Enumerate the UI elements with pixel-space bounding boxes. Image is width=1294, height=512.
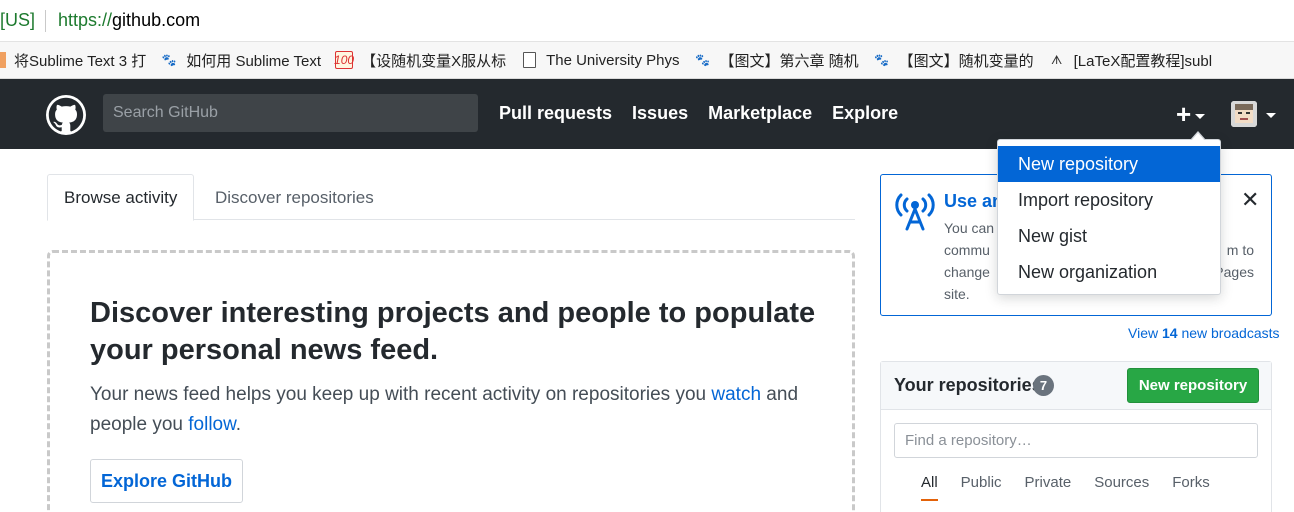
bookmark-item[interactable]: 将Sublime Text 3 打 xyxy=(0,50,146,71)
menu-item-new-repository[interactable]: New repository xyxy=(998,146,1220,182)
bookmark-item[interactable]: 100 【设随机变量X服从标 xyxy=(334,50,507,71)
baidu-paw-icon: 🐾 xyxy=(694,53,710,67)
repositories-panel: Your repositories 7 New repository All P… xyxy=(880,361,1272,512)
broadcast-title[interactable]: Use an xyxy=(944,191,1003,212)
page-icon xyxy=(0,52,6,68)
bookmark-label: The University Phys xyxy=(546,51,680,69)
baidu-paw-icon: 🐾 xyxy=(874,53,890,67)
menu-item-new-organization[interactable]: New organization xyxy=(998,254,1220,290)
tab-browse-activity[interactable]: Browse activity xyxy=(47,174,195,221)
nav-explore[interactable]: Explore xyxy=(832,103,898,124)
nav-pull-requests[interactable]: Pull requests xyxy=(499,103,612,124)
bookmark-label: 将Sublime Text 3 打 xyxy=(14,52,147,70)
search-github-input[interactable] xyxy=(103,94,478,132)
fox-icon: ᗑ xyxy=(1050,52,1063,67)
address-divider xyxy=(45,9,47,32)
plus-icon: + xyxy=(1176,99,1192,129)
filter-all[interactable]: All xyxy=(921,474,938,501)
broadcast-icon xyxy=(895,193,935,231)
bookmark-item[interactable]: 🐾 【图文】第六章 随机 xyxy=(693,50,859,71)
explore-github-button[interactable]: Explore GitHub xyxy=(90,459,243,503)
ev-certificate-label[interactable]: [US] xyxy=(0,10,35,31)
new-repository-button[interactable]: New repository xyxy=(1127,368,1259,403)
nav-marketplace[interactable]: Marketplace xyxy=(708,103,812,124)
bookmark-label: [LaTeX配置教程]subl xyxy=(1073,52,1213,70)
address-bar[interactable]: [US] https:// github.com xyxy=(0,0,1294,42)
url-host[interactable]: github.com xyxy=(112,10,200,31)
filter-private[interactable]: Private xyxy=(1025,474,1072,501)
baidu-paw-icon: 🐾 xyxy=(161,53,177,67)
close-icon[interactable]: ✕ xyxy=(1241,187,1259,213)
discover-panel: Discover interesting projects and people… xyxy=(47,250,855,512)
bookmarks-bar: 将Sublime Text 3 打 🐾 如何用 Sublime Text 100… xyxy=(0,42,1294,79)
avatar-chevron-down-icon[interactable] xyxy=(1266,113,1276,118)
bookmark-label: 【图文】随机变量的 xyxy=(898,52,1034,70)
bookmark-item[interactable]: 🐾 如何用 Sublime Text xyxy=(160,50,321,71)
filter-forks[interactable]: Forks xyxy=(1172,474,1210,501)
filter-public[interactable]: Public xyxy=(961,474,1002,501)
menu-item-new-gist[interactable]: New gist xyxy=(998,218,1220,254)
url-protocol[interactable]: https:// xyxy=(58,10,112,31)
discover-text-part: Your news feed helps you keep up with re… xyxy=(90,384,712,405)
tab-discover-repositories[interactable]: Discover repositories xyxy=(199,174,390,221)
bookmark-label: 如何用 Sublime Text xyxy=(186,52,322,70)
create-new-dropdown: New repository Import repository New gis… xyxy=(997,131,1221,295)
find-repository-input[interactable] xyxy=(894,423,1258,458)
repositories-header: Your repositories 7 New repository xyxy=(881,362,1271,410)
menu-item-import-repository[interactable]: Import repository xyxy=(998,182,1220,218)
github-octocat-icon[interactable] xyxy=(46,95,86,135)
bookmark-label: 【设随机变量X服从标 xyxy=(361,52,507,70)
score-100-icon: 100 xyxy=(334,51,355,69)
nav-issues[interactable]: Issues xyxy=(632,103,688,124)
watch-link[interactable]: watch xyxy=(711,384,761,405)
bookmark-item[interactable]: 🐾 【图文】随机变量的 xyxy=(873,50,1034,71)
discover-text-part: . xyxy=(235,414,242,435)
view-broadcasts-prefix: View xyxy=(1128,325,1162,341)
bookmark-label: 【图文】第六章 随机 xyxy=(719,52,859,70)
document-icon xyxy=(520,51,538,69)
chevron-down-icon xyxy=(1195,113,1206,119)
bookmark-item[interactable]: ᗑ [LaTeX配置教程]subl xyxy=(1048,50,1212,71)
feed-tabs: Browse activity Discover repositories xyxy=(47,174,855,221)
avatar[interactable] xyxy=(1231,101,1257,127)
create-new-button[interactable]: + xyxy=(1176,99,1206,129)
view-broadcasts-link[interactable]: View 14 new broadcasts xyxy=(1128,325,1280,341)
filter-sources[interactable]: Sources xyxy=(1094,474,1149,501)
discover-text: Your news feed helps you keep up with re… xyxy=(90,380,830,440)
follow-link[interactable]: follow xyxy=(188,414,236,435)
broadcast-text-fragment: m to xyxy=(1226,242,1254,258)
discover-heading: Discover interesting projects and people… xyxy=(90,297,816,366)
bookmark-item[interactable]: The University Phys xyxy=(520,51,679,69)
repositories-title: Your repositories xyxy=(894,375,1042,395)
repository-filter-tabs: All Public Private Sources Forks xyxy=(921,474,1233,501)
view-broadcasts-suffix: new broadcasts xyxy=(1177,325,1280,341)
header-nav: Pull requests Issues Marketplace Explore xyxy=(499,103,918,124)
repositories-count-badge: 7 xyxy=(1033,375,1054,396)
broadcast-count: 14 xyxy=(1161,325,1178,341)
